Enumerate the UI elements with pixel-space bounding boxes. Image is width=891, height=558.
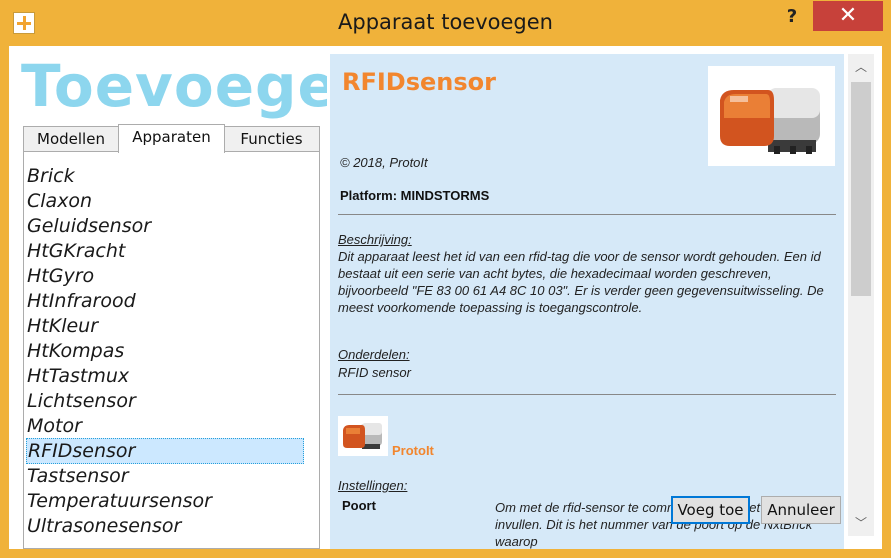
list-item[interactable]: HtKompas (26, 339, 304, 363)
author-link[interactable]: ProtoIt (392, 443, 434, 458)
description-text: Dit apparaat leest het id van een rfid-t… (338, 249, 824, 315)
list-item-selected[interactable]: RFIDsensor (26, 438, 304, 464)
device-title: RFIDsensor (342, 68, 496, 96)
scroll-down-icon[interactable]: ﹀ (848, 510, 874, 536)
rfid-sensor-image (708, 66, 835, 166)
title-bar: Apparaat toevoegen ? ✕ (0, 0, 891, 46)
list-item[interactable]: Ultrasonesensor (26, 514, 304, 538)
divider (338, 394, 836, 395)
list-item[interactable]: HtTastmux (26, 364, 304, 388)
copyright-text: © 2018, ProtoIt (340, 155, 428, 170)
tab-apparaten[interactable]: Apparaten (118, 124, 225, 153)
list-item[interactable]: HtKleur (26, 314, 304, 338)
list-item[interactable]: Claxon (26, 189, 304, 213)
help-button[interactable]: ? (778, 6, 806, 28)
dialog-content: Toevoegen Modellen Functies Apparaten Br… (9, 46, 882, 549)
list-item[interactable]: Motor (26, 414, 304, 438)
cancel-button[interactable]: Annuleer (761, 496, 841, 524)
add-button[interactable]: Voeg toe (671, 496, 750, 524)
list-item[interactable]: Geluidsensor (26, 214, 304, 238)
setting-name-poort: Poort (342, 498, 376, 513)
tab-modellen[interactable]: Modellen (23, 126, 119, 152)
dialog-window: Apparaat toevoegen ? ✕ Toevoegen Modelle… (0, 0, 891, 558)
window-title: Apparaat toevoegen (338, 10, 553, 34)
description-label: Beschrijving: (338, 232, 412, 247)
list-item[interactable]: HtGKracht (26, 239, 304, 263)
parts-text: RFID sensor (338, 365, 411, 380)
banner-title: Toevoegen (21, 52, 327, 120)
author-logo-image (338, 416, 388, 456)
detail-scrollbar[interactable]: ︿ ﹀ (848, 54, 874, 536)
device-detail-panel: RFIDsensor © 2018, ProtoIt Platform: MIN… (330, 54, 844, 549)
parts-label: Onderdelen: (338, 347, 410, 362)
list-item[interactable]: HtInfrarood (26, 289, 304, 313)
settings-label: Instellingen: (338, 478, 408, 493)
list-item[interactable]: Temperatuursensor (26, 489, 304, 513)
tab-strip: Modellen Functies Apparaten (23, 124, 320, 153)
tab-functies[interactable]: Functies (223, 126, 320, 152)
scroll-up-icon[interactable]: ︿ (848, 54, 874, 80)
list-item[interactable]: HtGyro (26, 264, 304, 288)
divider (338, 214, 836, 215)
platform-text: Platform: MINDSTORMS (340, 188, 490, 203)
device-list[interactable]: Brick Claxon Geluidsensor HtGKracht HtGy… (23, 151, 320, 549)
list-item[interactable]: Brick (26, 164, 304, 188)
list-item[interactable]: Tastsensor (26, 464, 304, 488)
list-item[interactable]: Lichtsensor (26, 389, 304, 413)
scroll-thumb[interactable] (851, 82, 871, 296)
close-button[interactable]: ✕ (813, 1, 883, 31)
